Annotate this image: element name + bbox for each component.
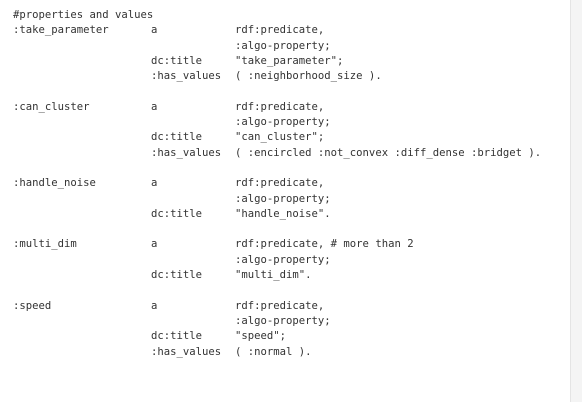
comment-text: #properties and values [13,9,154,21]
predicate-name: a [151,238,158,251]
object-value: ( :encircled :not_convex :diff_dense :br… [235,146,542,159]
predicate-name: a [151,177,158,190]
predicate-name: :has_values [151,70,222,83]
object-value: rdf:predicate, # more than 2 [235,238,414,251]
code-line: :handle_noise a rdf:predicate, [13,176,324,191]
subject-name: :speed [13,299,52,312]
object-value: "handle_noise". [235,207,331,220]
code-line: :has_values ( :normal ). [13,345,312,360]
object-value: "multi_dim". [235,269,312,282]
code-line: :algo-property; [13,115,331,130]
code-line: :algo-property; [13,253,331,268]
object-value: "can_cluster"; [235,131,325,144]
code-line: :algo-property; [13,192,331,207]
object-value: :algo-property; [235,116,331,129]
predicate-name: dc:title [151,131,203,144]
code-line: dc:title "handle_noise". [13,207,331,222]
code-line: :can_cluster a rdf:predicate, [13,100,324,115]
predicate-name: :has_values [151,345,222,358]
predicate-name: a [151,299,158,312]
predicate-name: dc:title [151,207,203,220]
predicate-name: a [151,24,158,37]
predicate-name: dc:title [151,54,203,67]
object-value: :algo-property; [235,253,331,266]
code-line: :multi_dim a rdf:predicate, # more than … [13,237,414,252]
code-line: :has_values ( :neighborhood_size ). [13,69,382,84]
object-value: rdf:predicate, [235,177,325,190]
code-line: :take_parameter a rdf:predicate, [13,23,324,38]
code-line: dc:title "speed"; [13,329,286,344]
code-editor[interactable]: #properties and values :take_parameter a… [0,0,570,402]
predicate-name: dc:title [151,269,203,282]
code-line: :algo-property; [13,314,331,329]
subject-name: :can_cluster [13,100,90,113]
object-value: rdf:predicate, [235,100,325,113]
object-value: ( :neighborhood_size ). [235,70,382,83]
object-value: "speed"; [235,330,287,343]
code-line: :speed a rdf:predicate, [13,299,324,314]
predicate-name: dc:title [151,330,203,343]
predicate-name: a [151,100,158,113]
code-text[interactable]: #properties and values :take_parameter a… [13,8,541,360]
code-line: dc:title "take_parameter"; [13,54,343,69]
object-value: :algo-property; [235,39,331,52]
object-value: ( :normal ). [235,345,312,358]
object-value: :algo-property; [235,192,331,205]
subject-name: :take_parameter [13,24,109,37]
predicate-name: :has_values [151,146,222,159]
code-line: :has_values ( :encircled :not_convex :di… [13,146,541,161]
object-value: "take_parameter"; [235,54,344,67]
vertical-scrollbar[interactable] [570,0,582,402]
object-value: :algo-property; [235,314,331,327]
code-line: #properties and values [13,8,153,23]
code-line: dc:title "multi_dim". [13,268,312,283]
subject-name: :multi_dim [13,238,77,251]
object-value: rdf:predicate, [235,299,325,312]
object-value: rdf:predicate, [235,24,325,37]
code-line: dc:title "can_cluster"; [13,130,324,145]
subject-name: :handle_noise [13,177,96,190]
code-line: :algo-property; [13,39,331,54]
